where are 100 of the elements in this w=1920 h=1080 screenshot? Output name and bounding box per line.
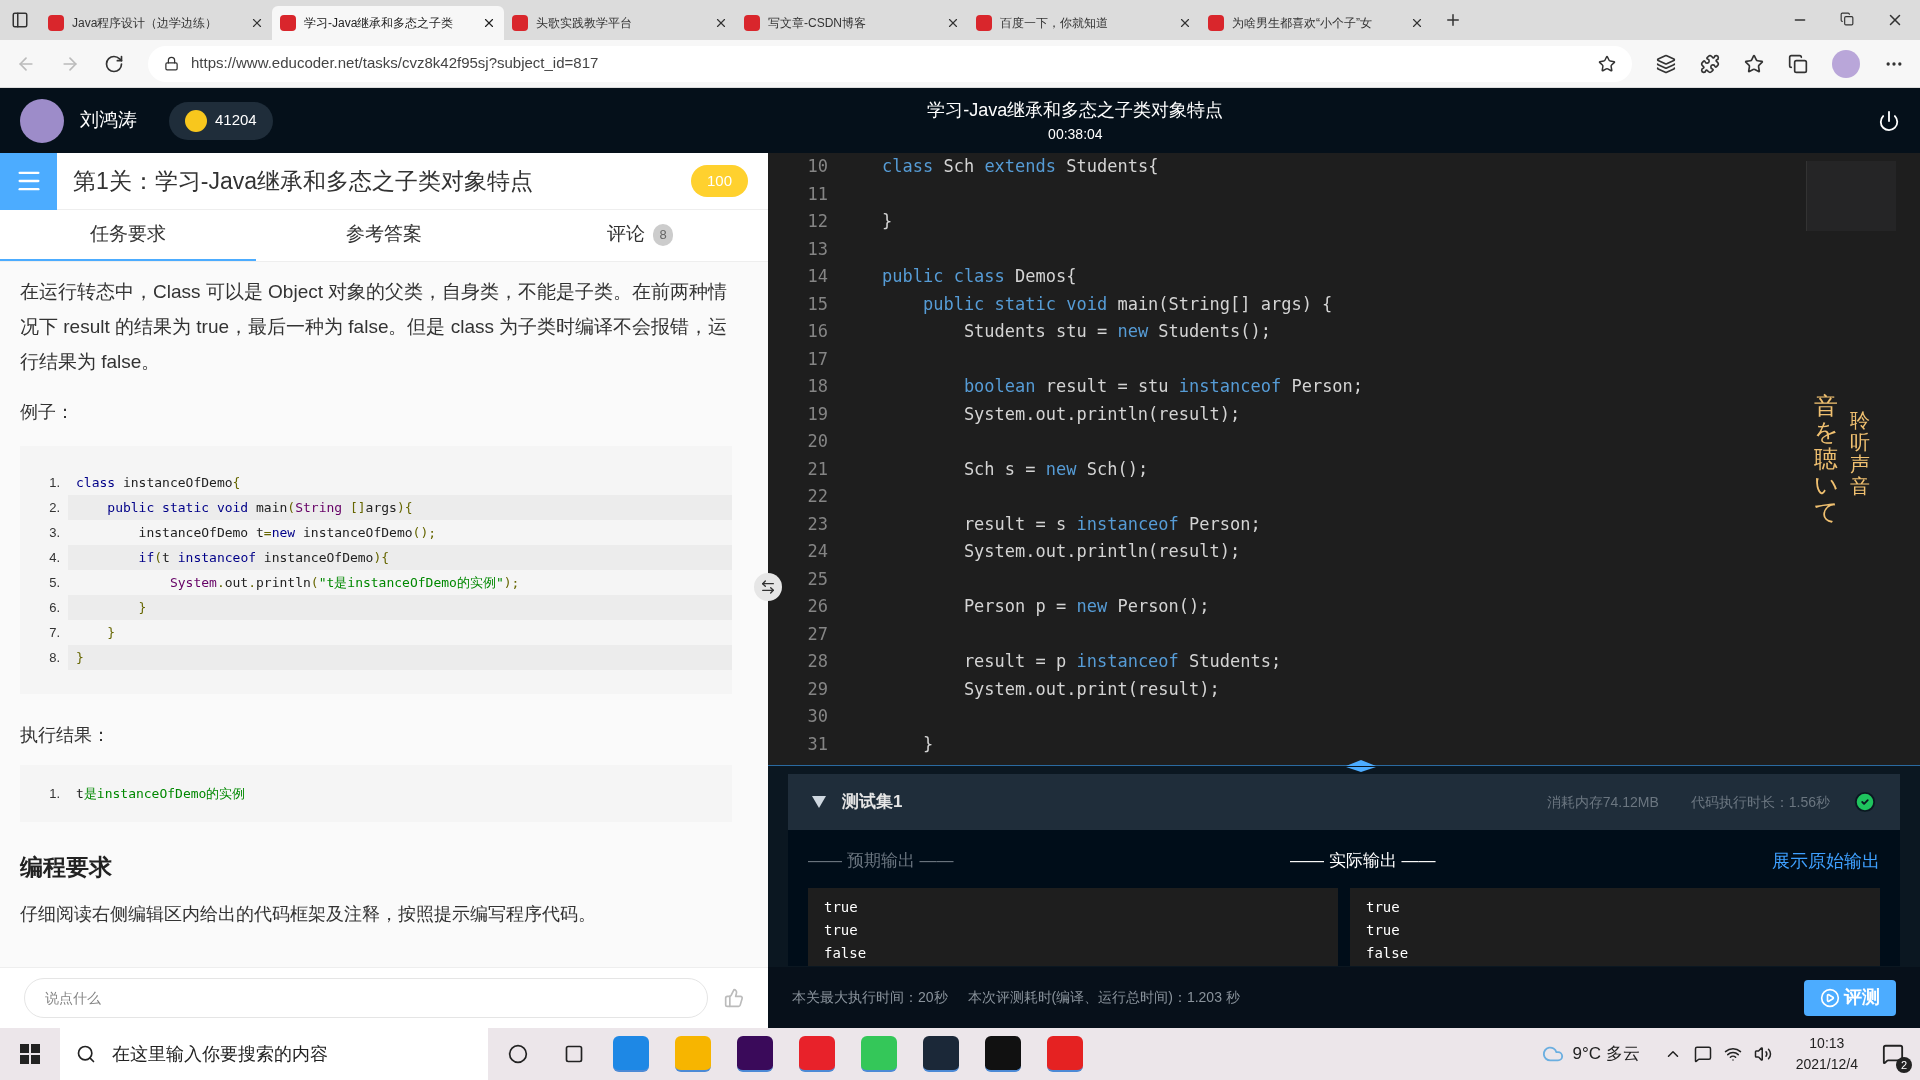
line-number: 24 bbox=[806, 540, 828, 563]
max-time-text: 本关最大执行时间：20秒 bbox=[792, 988, 948, 1007]
browser-tab[interactable]: Java程序设计（边学边练） bbox=[40, 6, 272, 40]
close-icon[interactable] bbox=[1178, 16, 1192, 30]
tab-title: 头歌实践教学平台 bbox=[536, 15, 633, 32]
test-set-header[interactable]: 测试集1 消耗内存74.12MB 代码执行时长：1.56秒 bbox=[788, 774, 1900, 830]
site-icon bbox=[48, 15, 64, 31]
search-icon bbox=[76, 1044, 96, 1064]
memory-usage: 消耗内存74.12MB bbox=[1546, 792, 1659, 812]
new-tab-icon[interactable] bbox=[1444, 11, 1462, 29]
browser-tab[interactable]: 百度一下，你就知道 bbox=[968, 6, 1200, 40]
address-field[interactable]: https://www.educoder.net/tasks/cvz8k42f95sj?subject_id=817 bbox=[148, 45, 1632, 82]
windows-logo-icon[interactable] bbox=[20, 1044, 40, 1064]
actual-output-label: —— 实际输出 —— bbox=[1290, 850, 1437, 873]
tab-title: 为啥男生都喜欢“小个子”女 bbox=[1232, 15, 1373, 32]
restore-icon[interactable] bbox=[1840, 12, 1854, 26]
line-number: 22 bbox=[806, 485, 828, 508]
code-line: } bbox=[882, 210, 893, 233]
extensions-icon[interactable] bbox=[1700, 53, 1720, 74]
browser-tab[interactable]: 写文章-CSDN博客 bbox=[736, 6, 968, 40]
elapsed-time-text: 本次评测耗时(编译、运行总时间)：1.203 秒 bbox=[967, 988, 1240, 1007]
line-number: 11 bbox=[806, 182, 828, 206]
taskbar-app-icon[interactable] bbox=[985, 1036, 1021, 1072]
tab-actions-icon[interactable] bbox=[11, 11, 29, 29]
score-badge: 100 bbox=[690, 165, 748, 197]
execution-time: 代码执行时长：1.56秒 bbox=[1690, 792, 1830, 812]
task-tab[interactable]: 参考答案 bbox=[256, 210, 512, 261]
user-avatar[interactable] bbox=[20, 98, 64, 143]
output-line: true bbox=[1366, 921, 1401, 940]
line-number: 5. bbox=[48, 573, 61, 592]
code-line: } bbox=[921, 732, 934, 756]
power-icon[interactable] bbox=[1878, 109, 1900, 132]
close-icon[interactable] bbox=[946, 16, 960, 30]
volume-icon[interactable] bbox=[1753, 1045, 1772, 1063]
line-number: 1. bbox=[48, 473, 61, 492]
browser-tab[interactable]: 为啥男生都喜欢“小个子”女 bbox=[1200, 6, 1432, 40]
requirements-heading: 编程要求 bbox=[20, 853, 113, 882]
refresh-icon[interactable] bbox=[104, 53, 124, 74]
taskbar-app-icon[interactable] bbox=[923, 1036, 959, 1072]
comment-field[interactable]: 说点什么 bbox=[24, 978, 708, 1018]
line-number: 26 bbox=[806, 595, 828, 618]
line-number: 8. bbox=[48, 648, 61, 667]
task-tab[interactable]: 任务要求 bbox=[0, 210, 256, 261]
code-line: System.out.println(result); bbox=[962, 402, 1241, 426]
close-icon[interactable] bbox=[714, 16, 728, 30]
clock-date[interactable]: 2021/12/4 bbox=[1795, 1054, 1858, 1075]
browser-tab[interactable]: 头歌实践教学平台 bbox=[504, 6, 736, 40]
example-label: 例子： bbox=[20, 401, 75, 424]
task-view-circle-icon[interactable] bbox=[508, 1044, 528, 1064]
line-number: 2. bbox=[48, 498, 61, 517]
favorite-icon[interactable] bbox=[1598, 54, 1616, 73]
code-line: public class Demos{ bbox=[882, 265, 1077, 288]
code-line: result = s instanceof Person; bbox=[962, 512, 1261, 536]
code-line: class instanceOfDemo{ bbox=[75, 473, 242, 492]
chat-tray-icon[interactable] bbox=[1693, 1045, 1712, 1063]
coin-icon bbox=[185, 109, 207, 132]
browser-tab[interactable]: 学习-Java继承和多态之子类 bbox=[272, 6, 504, 40]
code-line: Sch s = new Sch(); bbox=[962, 457, 1149, 481]
line-number: 18 bbox=[806, 375, 828, 398]
resize-arrows-icon bbox=[760, 579, 776, 595]
timer: 00:38:04 bbox=[1048, 124, 1103, 144]
intro-paragraph: 在运行转态中，Class 可以是 Object 对象的父类，自身类，不能是子类。在前两种情况下 result 的结果为 true，最后一种为 false。但是 class 为子类时编译不会报错，运行结果为 false。 bbox=[20, 280, 729, 374]
line-number: 23 bbox=[806, 512, 828, 536]
tabs-icon[interactable] bbox=[1788, 53, 1808, 74]
task-title: 第1关：学习-Java继承和多态之子类对象特点 bbox=[73, 166, 535, 196]
favorites-icon[interactable] bbox=[1744, 53, 1764, 74]
test-set-name: 测试集1 bbox=[842, 791, 903, 814]
line-number: 29 bbox=[806, 677, 828, 701]
vertical-overlay-text: 聆听声音 bbox=[1850, 409, 1870, 497]
code-line: Students stu = new Students(); bbox=[962, 320, 1271, 343]
line-number: 10 bbox=[806, 155, 828, 178]
close-icon[interactable] bbox=[250, 16, 264, 30]
wifi-icon[interactable] bbox=[1723, 1045, 1742, 1063]
line-number: 12 bbox=[806, 210, 828, 233]
search-placeholder: 在这里输入你要搜索的内容 bbox=[112, 1042, 328, 1066]
user-name: 刘鸿涛 bbox=[80, 108, 137, 133]
thumbs-up-icon[interactable] bbox=[724, 988, 744, 1008]
tab-title: 写文章-CSDN博客 bbox=[768, 15, 867, 32]
show-raw-output-link[interactable]: 展示原始输出 bbox=[1772, 847, 1880, 875]
resize-handle[interactable] bbox=[754, 573, 782, 601]
notification-count: 2 bbox=[1896, 1057, 1912, 1073]
line-number: 27 bbox=[806, 622, 828, 646]
line-number: 17 bbox=[806, 347, 828, 371]
line-number: 6. bbox=[48, 598, 61, 617]
vertical-overlay-text: 音を聴いて bbox=[1814, 393, 1838, 525]
close-icon[interactable] bbox=[482, 16, 496, 30]
clock-time[interactable]: 10:13 bbox=[1809, 1033, 1845, 1054]
line-number: 3. bbox=[48, 523, 61, 542]
close-icon[interactable] bbox=[1410, 16, 1424, 30]
weather-text[interactable]: 9°C 多云 bbox=[1572, 1041, 1640, 1067]
code-line: boolean result = stu instanceof Person; bbox=[962, 375, 1364, 398]
line-number: 1. bbox=[48, 784, 61, 803]
line-number: 14 bbox=[806, 265, 828, 288]
task-tab[interactable]: 评论 8 bbox=[512, 210, 768, 261]
tab-title: 学习-Java继承和多态之子类 bbox=[304, 15, 455, 32]
site-icon bbox=[976, 15, 992, 31]
coin-count: 41204 bbox=[215, 110, 257, 131]
taskbar-app-icon[interactable] bbox=[737, 1036, 773, 1072]
taskbar-search-field[interactable]: 在这里输入你要搜索的内容 bbox=[60, 1028, 488, 1080]
task-view-icon[interactable] bbox=[564, 1044, 584, 1064]
